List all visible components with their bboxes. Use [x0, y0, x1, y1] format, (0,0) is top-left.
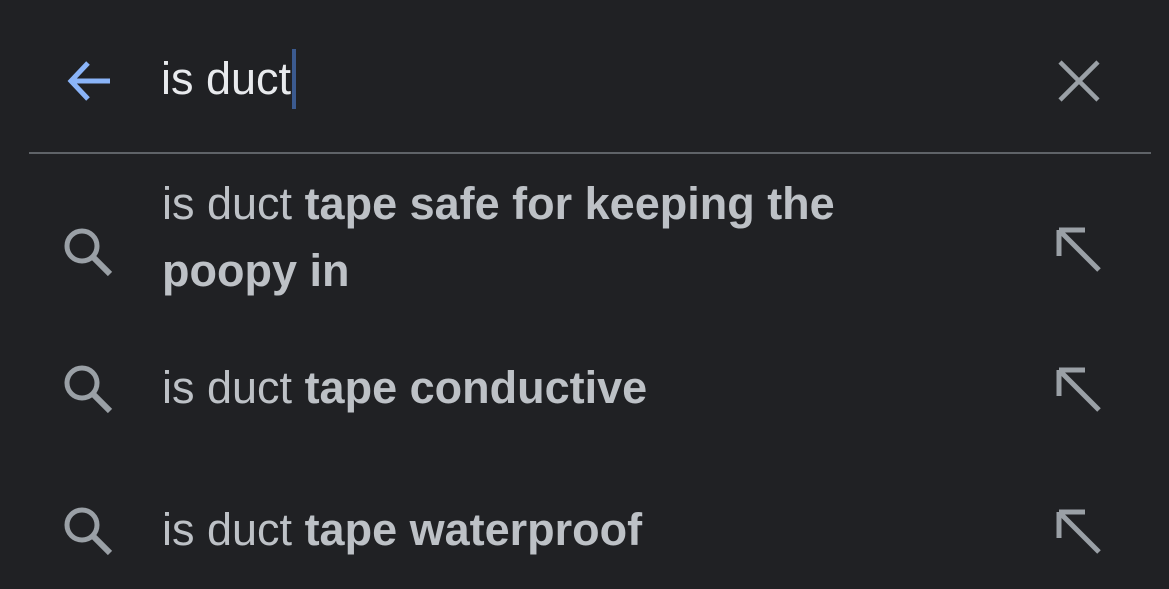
- back-button[interactable]: [58, 50, 120, 112]
- search-divider: [29, 152, 1151, 154]
- suggestion-prefix: is duct: [162, 362, 305, 413]
- search-icon: [58, 501, 118, 561]
- search-input[interactable]: is duct: [161, 46, 297, 112]
- text-cursor: [292, 49, 297, 109]
- suggestion-text: is duct tape safe for keeping the poopy …: [162, 170, 962, 304]
- suggestion-item[interactable]: is duct tape conductive: [0, 344, 1169, 434]
- suggestion-prefix: is duct: [162, 504, 305, 555]
- search-icon: [58, 222, 118, 282]
- clear-button[interactable]: [1046, 48, 1112, 114]
- arrow-up-left-icon[interactable]: [1046, 217, 1112, 283]
- suggestion-text: is duct tape conductive: [162, 354, 962, 421]
- search-icon: [58, 359, 118, 419]
- search-query-text: is duct: [161, 53, 292, 104]
- suggestion-item[interactable]: is duct tape waterproof: [0, 486, 1169, 576]
- arrow-up-left-icon[interactable]: [1046, 357, 1112, 423]
- suggestion-completion: tape waterproof: [304, 504, 643, 555]
- suggestion-prefix: is duct: [162, 178, 305, 229]
- suggestion-text: is duct tape waterproof: [162, 496, 962, 563]
- suggestion-item[interactable]: is duct tape safe for keeping the poopy …: [0, 170, 1169, 320]
- search-bar: is duct: [0, 0, 1169, 154]
- arrow-up-left-icon[interactable]: [1046, 499, 1112, 565]
- close-icon: [1056, 58, 1102, 104]
- suggestion-completion: tape conductive: [304, 362, 648, 413]
- arrow-left-icon: [62, 54, 116, 108]
